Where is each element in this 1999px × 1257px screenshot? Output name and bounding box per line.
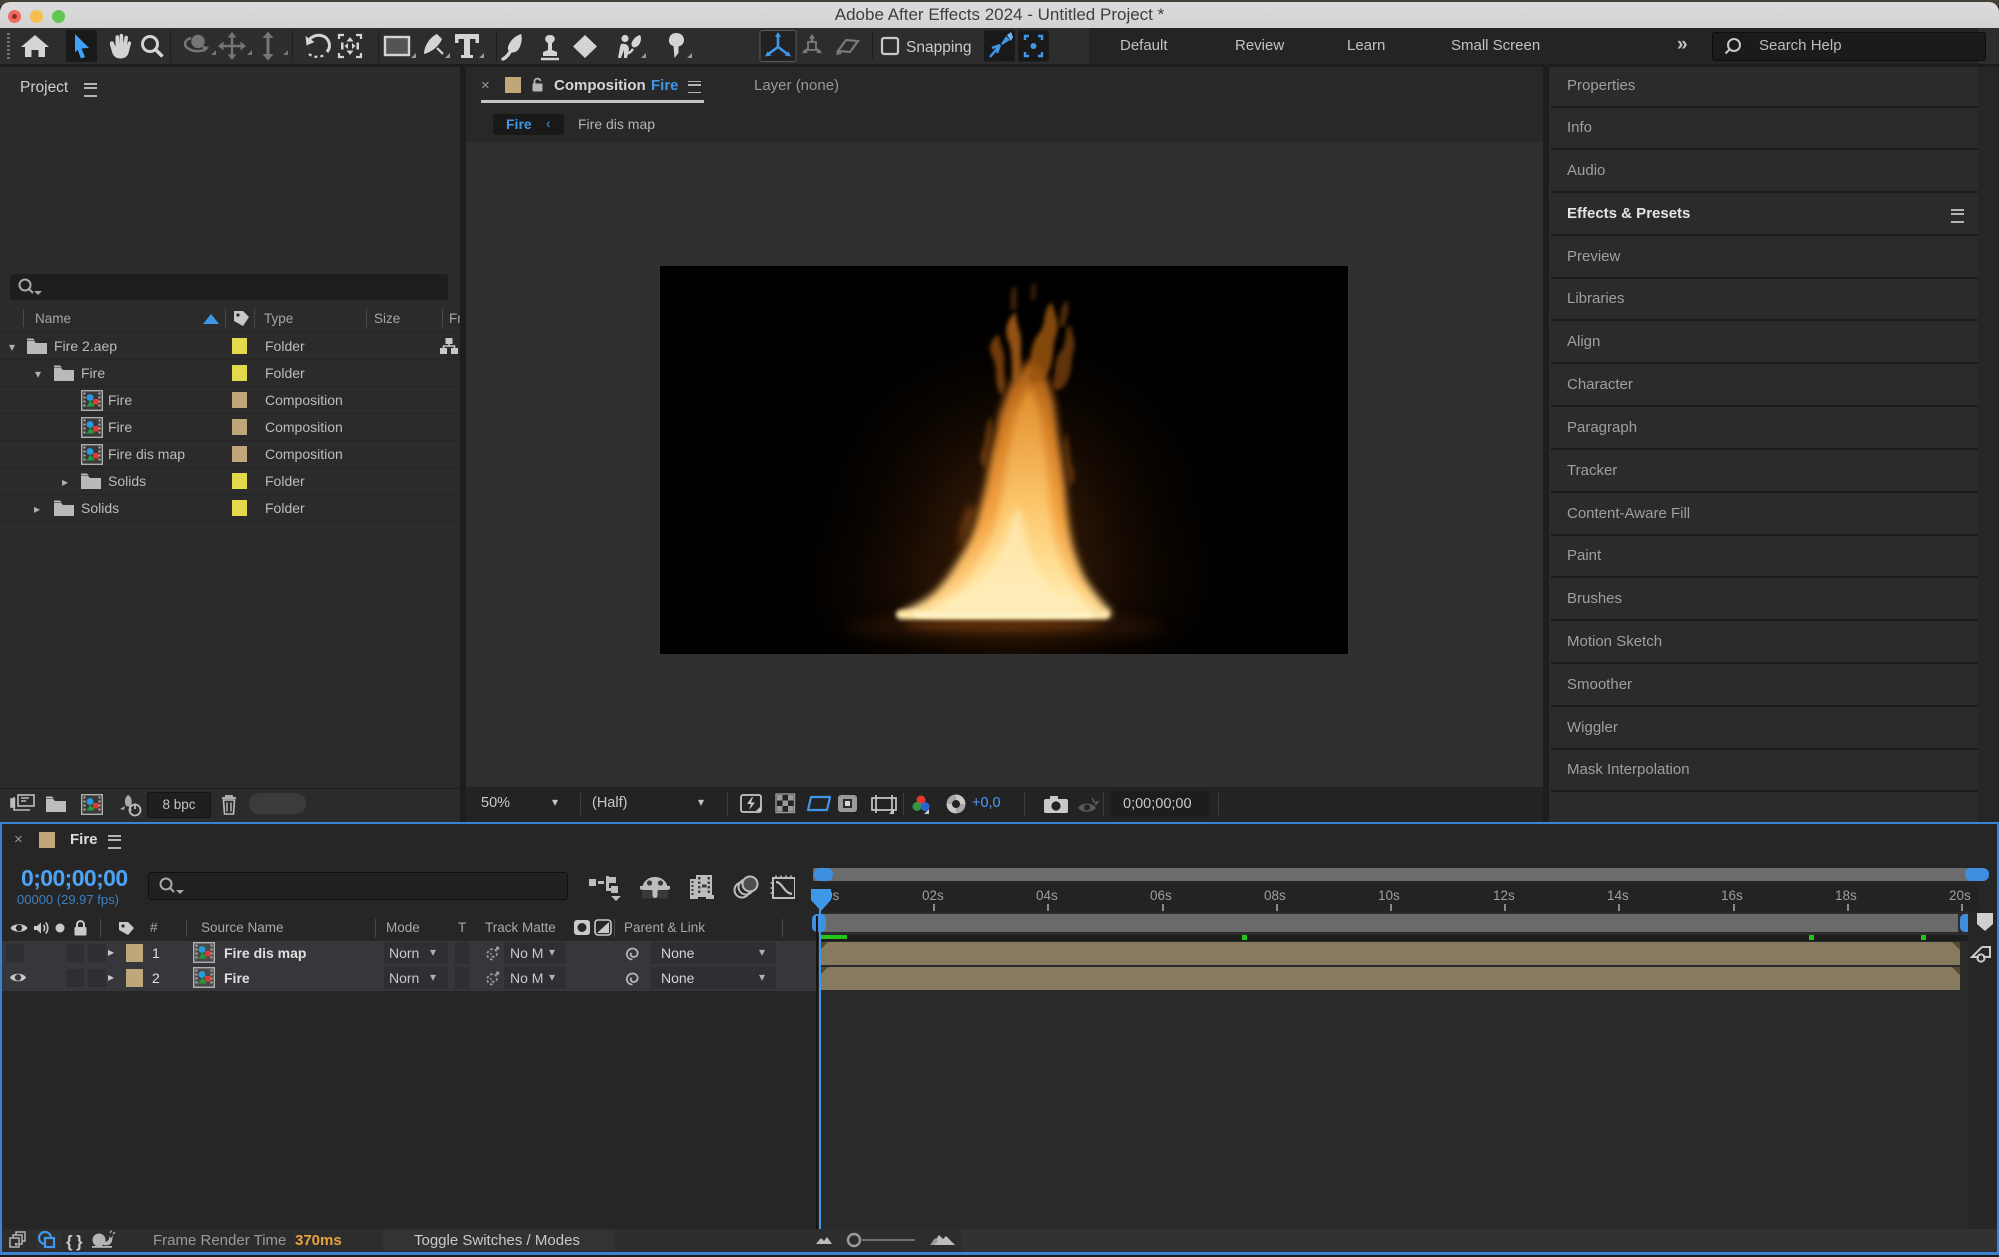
svg-text:Snapping: Snapping	[906, 39, 972, 56]
svg-text:{ }: { }	[66, 1232, 83, 1251]
